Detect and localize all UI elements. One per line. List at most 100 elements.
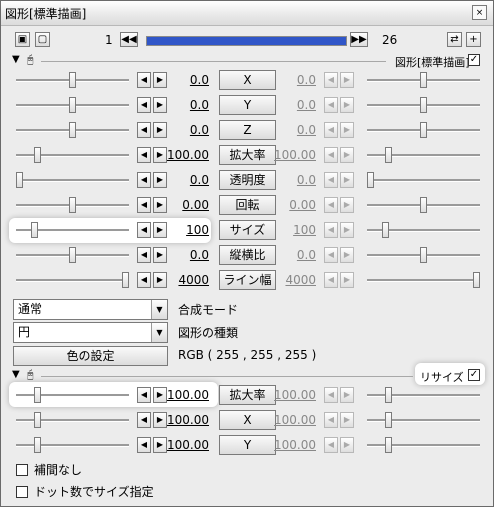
slider-knob[interactable] bbox=[34, 437, 41, 453]
right-value[interactable]: 100.00 bbox=[251, 413, 316, 427]
decrement-icon[interactable]: ◀ bbox=[324, 247, 338, 263]
left-slider[interactable] bbox=[16, 72, 129, 88]
decrement-icon[interactable]: ◀ bbox=[324, 437, 338, 453]
no-interpolation-checkbox[interactable] bbox=[16, 463, 28, 476]
left-slider[interactable] bbox=[16, 412, 129, 428]
collapse-arrow-icon[interactable]: ▼ bbox=[12, 369, 20, 380]
increment-icon[interactable]: ▶ bbox=[340, 222, 354, 238]
decrement-icon[interactable]: ◀ bbox=[324, 272, 338, 288]
left-value[interactable]: 100.00 bbox=[141, 388, 209, 402]
right-value[interactable]: 0.0 bbox=[251, 248, 316, 262]
increment-icon[interactable]: ▶ bbox=[340, 147, 354, 163]
slider-knob[interactable] bbox=[69, 122, 76, 138]
filter-enable-checkbox[interactable]: ✓ bbox=[468, 54, 480, 66]
left-value[interactable]: 0.0 bbox=[141, 123, 209, 137]
left-slider[interactable] bbox=[16, 437, 129, 453]
right-slider[interactable] bbox=[367, 437, 480, 453]
right-slider[interactable] bbox=[367, 222, 480, 238]
slider-knob[interactable] bbox=[34, 387, 41, 403]
increment-icon[interactable]: ▶ bbox=[340, 387, 354, 403]
right-value[interactable]: 100.00 bbox=[251, 148, 316, 162]
chevron-down-icon[interactable]: ▼ bbox=[151, 323, 167, 342]
slider-knob[interactable] bbox=[34, 412, 41, 428]
increment-icon[interactable]: ▶ bbox=[340, 272, 354, 288]
right-slider[interactable] bbox=[367, 387, 480, 403]
slider-knob[interactable] bbox=[420, 97, 427, 113]
slider-knob[interactable] bbox=[420, 72, 427, 88]
right-value[interactable]: 100.00 bbox=[251, 388, 316, 402]
decrement-icon[interactable]: ◀ bbox=[324, 122, 338, 138]
right-value[interactable]: 100 bbox=[251, 223, 316, 237]
decrement-icon[interactable]: ◀ bbox=[324, 222, 338, 238]
slider-knob[interactable] bbox=[69, 72, 76, 88]
add-icon[interactable]: + bbox=[466, 32, 481, 47]
skip-forward-icon[interactable]: ▶▶ bbox=[350, 32, 368, 47]
slider-knob[interactable] bbox=[31, 222, 38, 238]
increment-icon[interactable]: ▶ bbox=[340, 247, 354, 263]
left-slider[interactable] bbox=[16, 147, 129, 163]
camera-icon[interactable]: ▣ bbox=[15, 32, 30, 47]
chevron-down-icon[interactable]: ▼ bbox=[151, 300, 167, 319]
slider-knob[interactable] bbox=[69, 247, 76, 263]
increment-icon[interactable]: ▶ bbox=[340, 412, 354, 428]
right-slider[interactable] bbox=[367, 72, 480, 88]
right-value[interactable]: 0.00 bbox=[251, 198, 316, 212]
slider-knob[interactable] bbox=[16, 172, 23, 188]
left-slider[interactable] bbox=[16, 387, 129, 403]
slider-knob[interactable] bbox=[473, 272, 480, 288]
decrement-icon[interactable]: ◀ bbox=[324, 72, 338, 88]
left-value[interactable]: 100 bbox=[141, 223, 209, 237]
right-slider[interactable] bbox=[367, 122, 480, 138]
left-slider[interactable] bbox=[16, 122, 129, 138]
option-dot-size[interactable]: ドット数でサイズ指定 bbox=[16, 483, 154, 500]
left-slider[interactable] bbox=[16, 172, 129, 188]
slider-knob[interactable] bbox=[34, 147, 41, 163]
left-value[interactable]: 0.0 bbox=[141, 173, 209, 187]
left-slider[interactable] bbox=[16, 97, 129, 113]
left-value[interactable]: 0.00 bbox=[141, 198, 209, 212]
slider-knob[interactable] bbox=[122, 272, 129, 288]
decrement-icon[interactable]: ◀ bbox=[324, 197, 338, 213]
slider-knob[interactable] bbox=[385, 412, 392, 428]
decrement-icon[interactable]: ◀ bbox=[324, 387, 338, 403]
increment-icon[interactable]: ▶ bbox=[340, 97, 354, 113]
left-slider[interactable] bbox=[16, 197, 129, 213]
increment-icon[interactable]: ▶ bbox=[340, 122, 354, 138]
slider-knob[interactable] bbox=[385, 147, 392, 163]
decrement-icon[interactable]: ◀ bbox=[324, 412, 338, 428]
left-value[interactable]: 0.0 bbox=[141, 73, 209, 87]
decrement-icon[interactable]: ◀ bbox=[324, 172, 338, 188]
left-value[interactable]: 0.0 bbox=[141, 248, 209, 262]
timeline-bar[interactable] bbox=[146, 36, 347, 46]
left-slider[interactable] bbox=[16, 222, 129, 238]
layer-icon[interactable]: ▢ bbox=[35, 32, 50, 47]
dot-size-checkbox[interactable] bbox=[16, 485, 28, 498]
right-slider[interactable] bbox=[367, 147, 480, 163]
right-slider[interactable] bbox=[367, 97, 480, 113]
slider-knob[interactable] bbox=[420, 122, 427, 138]
slider-knob[interactable] bbox=[69, 97, 76, 113]
right-slider[interactable] bbox=[367, 197, 480, 213]
decrement-icon[interactable]: ◀ bbox=[324, 147, 338, 163]
blend-mode-dropdown[interactable]: 通常 ▼ bbox=[13, 299, 168, 320]
close-button[interactable]: × bbox=[472, 5, 487, 20]
option-no-interpolation[interactable]: 補間なし bbox=[16, 461, 82, 478]
slider-knob[interactable] bbox=[385, 437, 392, 453]
increment-icon[interactable]: ▶ bbox=[340, 172, 354, 188]
decrement-icon[interactable]: ◀ bbox=[324, 97, 338, 113]
left-slider[interactable] bbox=[16, 247, 129, 263]
resize-enable-checkbox[interactable]: ✓ bbox=[468, 369, 480, 381]
slider-knob[interactable] bbox=[69, 197, 76, 213]
right-value[interactable]: 4000 bbox=[251, 273, 316, 287]
right-value[interactable]: 0.0 bbox=[251, 173, 316, 187]
mouse-icon[interactable]: 🖰 bbox=[27, 53, 34, 67]
slider-knob[interactable] bbox=[420, 197, 427, 213]
right-value[interactable]: 0.0 bbox=[251, 98, 316, 112]
left-value[interactable]: 100.00 bbox=[141, 438, 209, 452]
mouse-icon[interactable]: 🖰 bbox=[27, 368, 34, 382]
left-slider[interactable] bbox=[16, 272, 129, 288]
skip-back-icon[interactable]: ◀◀ bbox=[120, 32, 138, 47]
right-slider[interactable] bbox=[367, 412, 480, 428]
slider-knob[interactable] bbox=[382, 222, 389, 238]
increment-icon[interactable]: ▶ bbox=[340, 72, 354, 88]
